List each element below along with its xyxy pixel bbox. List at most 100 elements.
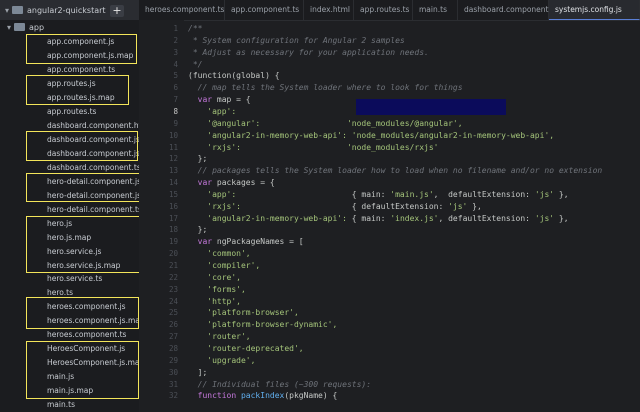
file-item[interactable]: dashboard.component.html (47, 119, 151, 132)
highlight-box (26, 75, 129, 105)
code-line: */ (188, 60, 203, 69)
code-token: }; (188, 154, 208, 164)
code-token: var (188, 178, 217, 188)
code-token: // packages tells the System loader how … (188, 166, 603, 176)
code-line: 'router-deprecated', (188, 343, 304, 353)
highlight-box (26, 173, 143, 202)
line-number: 29 (168, 355, 178, 365)
file-item[interactable]: hero-detail.component.ts (47, 203, 142, 216)
highlight-box (26, 341, 139, 399)
tab-0[interactable]: heroes.component.ts (139, 0, 225, 20)
code-token: 'js' (534, 189, 555, 199)
line-number: 24 (168, 296, 178, 306)
line-number: 7 (173, 95, 178, 105)
file-item[interactable]: hero.service.ts (47, 272, 102, 285)
code-token: 'js' (448, 201, 468, 211)
code-line: ]; (188, 368, 208, 377)
code-token: packIndex (240, 391, 285, 401)
code-token: 'angular2-in-memory-web-api': (188, 130, 347, 140)
highlight-box (26, 216, 145, 273)
file-item[interactable]: dashboard.component.ts (47, 161, 141, 174)
code-line: 'upgrade', (188, 356, 255, 365)
line-number: 23 (168, 284, 178, 294)
code-token: * System configuration for Angular 2 sam… (188, 35, 405, 45)
line-number: 32 (168, 391, 178, 401)
line-number: 18 (168, 225, 178, 235)
folder-app[interactable]: ▾ app (0, 20, 44, 34)
code-token: 'common', (188, 249, 251, 259)
tab-2[interactable]: index.html (304, 0, 354, 20)
tab-3[interactable]: app.routes.ts (354, 0, 413, 20)
chevron-down-icon[interactable]: ▾ (2, 6, 12, 15)
line-number: 10 (168, 130, 178, 140)
line-number: 20 (168, 249, 178, 259)
code-token: * Adjust as necessary for your applicati… (188, 47, 429, 57)
code-token: function (188, 391, 241, 401)
chevron-down-icon[interactable]: ▾ (4, 23, 14, 32)
file-item[interactable]: main.ts (47, 398, 75, 411)
code-token: }, (554, 189, 569, 199)
code-token: /** (188, 24, 203, 33)
project-header[interactable]: ▾ angular2-quickstart + (0, 0, 139, 20)
code-token: 'main.js' (390, 189, 434, 199)
highlight-box (26, 297, 139, 329)
code-line: // Individual files (~300 requests): (188, 380, 371, 389)
tab-1[interactable]: app.component.ts (225, 0, 304, 20)
file-item[interactable]: heroes.component.ts (47, 328, 126, 341)
folder-icon (14, 23, 25, 31)
code-editor[interactable]: /** * System configuration for Angular 2… (184, 20, 640, 412)
code-token: 'compiler', (188, 261, 261, 270)
code-token: packages = { (216, 178, 275, 188)
line-number: 15 (168, 189, 178, 199)
code-token: { defaultExtension: (240, 201, 449, 211)
line-number: 19 (168, 237, 178, 247)
code-token: var (188, 95, 217, 105)
code-line: 'app': { main: 'main.js', defaultExtensi… (188, 189, 569, 199)
code-line: }; (188, 225, 208, 234)
file-item[interactable]: app.routes.ts (47, 105, 96, 118)
code-token: 'platform-browser-dynamic', (188, 320, 338, 330)
code-line: function packIndex(pkgName) { (188, 391, 338, 401)
line-number: 16 (168, 201, 178, 211)
line-number: 14 (168, 178, 178, 188)
line-number: 28 (168, 343, 178, 353)
line-number: 9 (173, 118, 178, 128)
code-token: 'app': (188, 106, 237, 116)
code-line: var map = { (188, 95, 251, 104)
highlight-box (26, 131, 138, 161)
code-line: 'router', (188, 332, 250, 341)
code-token: { main: (346, 213, 391, 223)
code-line: var packages = { (188, 178, 275, 187)
line-number: 30 (168, 367, 178, 377)
tab-6[interactable]: systemjs.config.js (549, 0, 640, 20)
code-line: // packages tells the System loader how … (188, 166, 603, 176)
code-line: /** (188, 24, 202, 33)
code-line: 'angular2-in-memory-web-api': { main: 'i… (188, 213, 568, 223)
line-number: 27 (168, 332, 178, 342)
code-token: (pkgName) { (284, 391, 338, 401)
code-line: '@angular': 'node_modules/@angular', (188, 118, 462, 128)
highlight-box (26, 34, 137, 64)
line-number: 4 (173, 59, 178, 69)
tab-5[interactable]: dashboard.component.ts (458, 0, 558, 20)
code-token: 'forms', (188, 284, 246, 294)
line-number: 17 (168, 213, 178, 223)
code-line: (function(global) { (188, 71, 280, 80)
code-token: 'rxjs': (188, 142, 241, 152)
code-line: 'forms', (188, 285, 246, 294)
line-number: 26 (168, 320, 178, 330)
file-item[interactable]: app.component.ts (47, 63, 115, 76)
code-token: '@angular': (188, 118, 261, 128)
code-token: 'angular2-in-memory-web-api': (188, 213, 347, 223)
line-number: 3 (173, 47, 178, 57)
add-button[interactable]: + (110, 5, 124, 17)
code-token: 'index.js' (390, 213, 439, 223)
code-token: , defaultExtension: (438, 213, 535, 223)
code-line: * System configuration for Angular 2 sam… (188, 36, 405, 45)
code-line: var ngPackageNames = [ (188, 237, 304, 246)
line-number: 2 (173, 35, 178, 45)
code-token: 'router-deprecated', (188, 343, 304, 353)
code-token: 'upgrade', (188, 355, 256, 365)
code-line: 'common', (188, 249, 251, 259)
tab-4[interactable]: main.ts (413, 0, 458, 20)
